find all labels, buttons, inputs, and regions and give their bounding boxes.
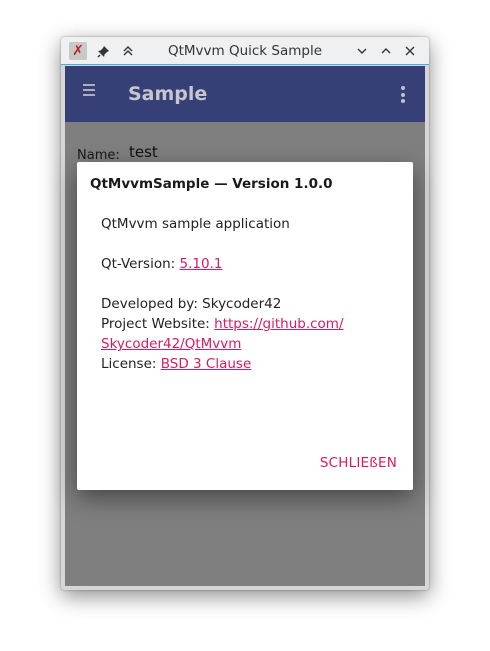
maximize-icon[interactable] bbox=[377, 42, 395, 60]
license-link[interactable]: BSD 3 Clause bbox=[161, 356, 252, 372]
website-label: Project Website: bbox=[101, 316, 215, 332]
dialog-body: QtMvvm sample application Qt-Version: 5.… bbox=[101, 214, 397, 374]
developer-line: Developed by: Skycoder42 bbox=[101, 296, 282, 312]
close-dialog-button[interactable]: SCHLIEßEN bbox=[320, 455, 397, 471]
qt-version-link[interactable]: 5.10.1 bbox=[179, 256, 222, 272]
pin-icon[interactable] bbox=[94, 42, 112, 60]
license-label: License: bbox=[101, 356, 161, 372]
website-line: Project Website: https://github.com/Skyc… bbox=[101, 314, 397, 354]
app-icon[interactable]: ✗ bbox=[69, 42, 87, 60]
qt-version-line: Qt-Version: 5.10.1 bbox=[101, 254, 397, 274]
keep-above-icon[interactable] bbox=[119, 42, 137, 60]
toolbar-scrim bbox=[65, 66, 425, 122]
minimize-icon[interactable] bbox=[353, 42, 371, 60]
app-toolbar: Sample bbox=[65, 66, 425, 122]
close-icon[interactable] bbox=[401, 42, 419, 60]
app-description: QtMvvm sample application bbox=[101, 216, 290, 232]
window-title: QtMvvm Quick Sample bbox=[167, 43, 323, 59]
dialog-title: QtMvvmSample — Version 1.0.0 bbox=[90, 176, 333, 192]
qt-version-label: Qt-Version: bbox=[101, 256, 180, 272]
window-titlebar[interactable]: ✗ QtMvvm Quick Sample bbox=[61, 37, 429, 65]
license-line: License: BSD 3 Clause bbox=[101, 354, 397, 374]
about-dialog: QtMvvmSample — Version 1.0.0 QtMvvm samp… bbox=[77, 162, 413, 490]
